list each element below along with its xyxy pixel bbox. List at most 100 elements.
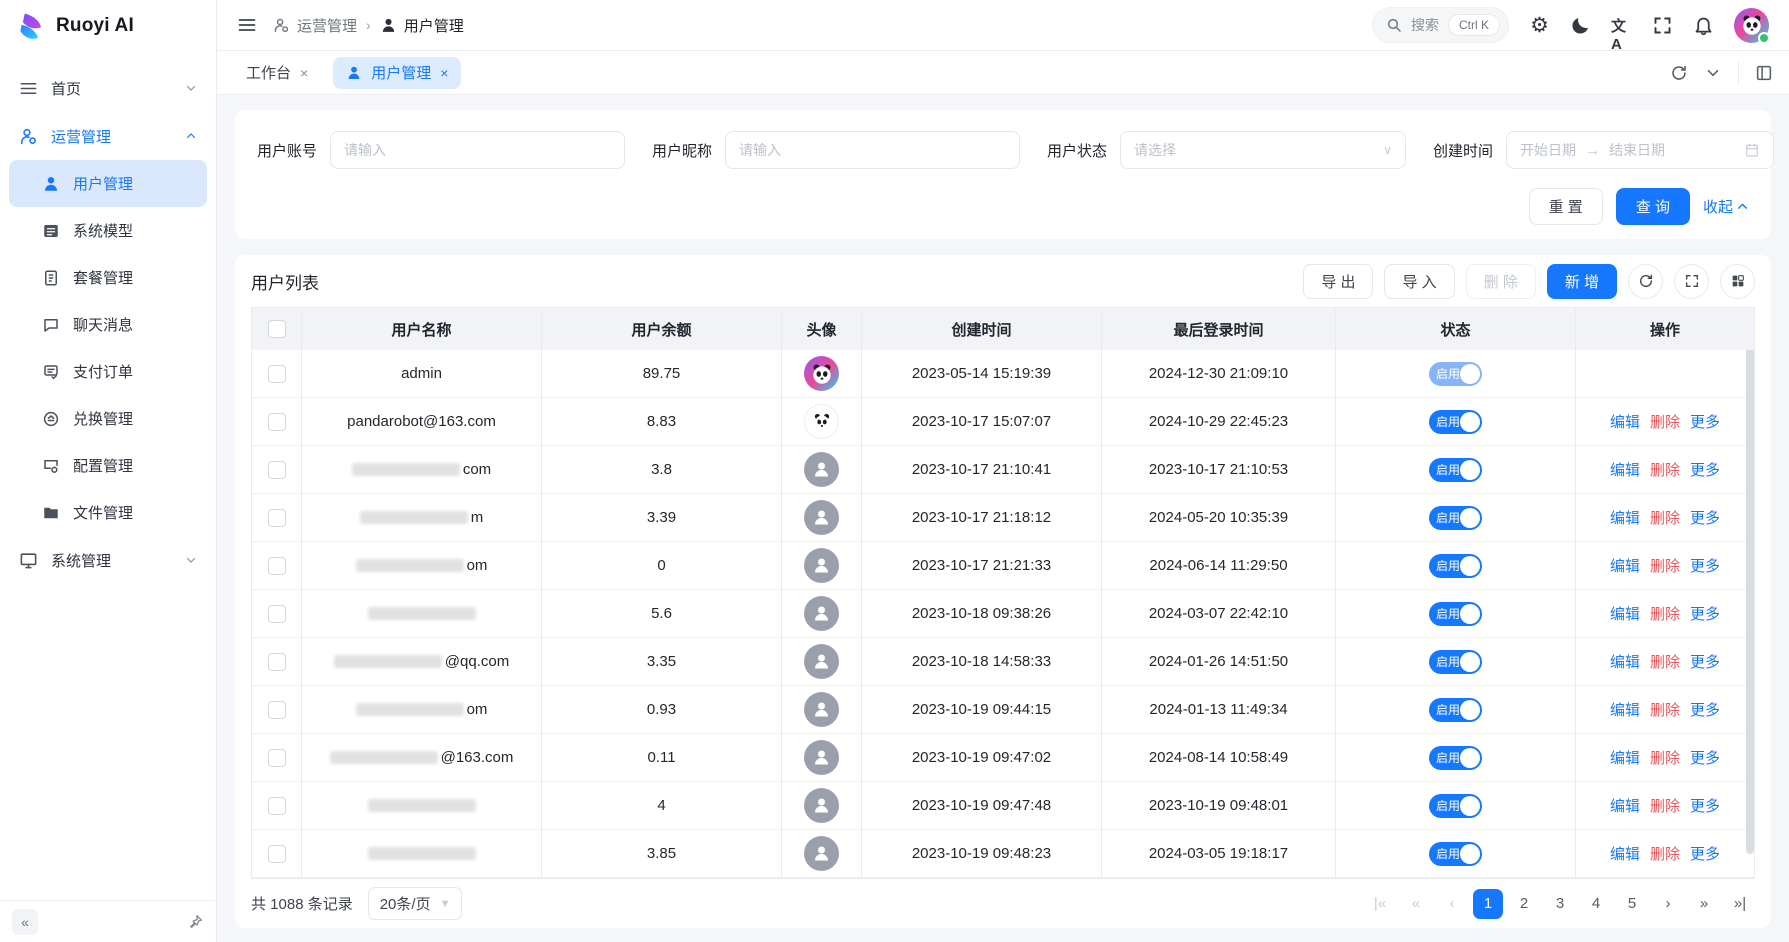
sidebar-subitem-4[interactable]: 支付订单 xyxy=(9,348,207,395)
row-checkbox[interactable] xyxy=(268,845,286,863)
row-checkbox[interactable] xyxy=(268,701,286,719)
status-toggle[interactable]: 启用 xyxy=(1429,698,1482,722)
row-checkbox[interactable] xyxy=(268,605,286,623)
status-toggle[interactable]: 启用 xyxy=(1429,602,1482,626)
vertical-scrollbar[interactable] xyxy=(1746,350,1754,854)
first-page-icon[interactable]: |« xyxy=(1365,889,1395,919)
edit-link[interactable]: 编辑 xyxy=(1610,555,1640,576)
select-all-checkbox[interactable] xyxy=(268,320,286,338)
delete-link[interactable]: 删除 xyxy=(1650,507,1680,528)
status-toggle[interactable]: 启用 xyxy=(1429,842,1482,866)
row-checkbox[interactable] xyxy=(268,653,286,671)
edit-link[interactable]: 编辑 xyxy=(1610,651,1640,672)
row-checkbox[interactable] xyxy=(268,413,286,431)
delete-link[interactable]: 删除 xyxy=(1650,795,1680,816)
delete-link[interactable]: 删除 xyxy=(1650,603,1680,624)
more-link[interactable]: 更多 xyxy=(1690,699,1720,720)
column-settings-grid-icon[interactable] xyxy=(1720,264,1755,299)
close-icon[interactable]: × xyxy=(440,65,448,81)
row-checkbox[interactable] xyxy=(268,797,286,815)
delete-link[interactable]: 删除 xyxy=(1650,411,1680,432)
edit-link[interactable]: 编辑 xyxy=(1610,603,1640,624)
page-number-1[interactable]: 1 xyxy=(1473,889,1503,919)
edit-link[interactable]: 编辑 xyxy=(1610,699,1640,720)
delete-link[interactable]: 删除 xyxy=(1650,651,1680,672)
import-button[interactable]: 导 入 xyxy=(1384,264,1454,299)
sidebar-item-system[interactable]: 系统管理 xyxy=(9,536,207,584)
sidebar-subitem-5[interactable]: 兑换管理 xyxy=(9,395,207,442)
layout-expand-icon[interactable] xyxy=(1755,64,1773,82)
jump-back-icon[interactable]: « xyxy=(1401,889,1431,919)
edit-link[interactable]: 编辑 xyxy=(1610,795,1640,816)
delete-button[interactable]: 删 除 xyxy=(1466,264,1536,299)
global-search[interactable]: 搜索 Ctrl K xyxy=(1372,7,1509,43)
more-link[interactable]: 更多 xyxy=(1690,507,1720,528)
dark-mode-moon-icon[interactable] xyxy=(1570,15,1591,36)
delete-link[interactable]: 删除 xyxy=(1650,555,1680,576)
notifications-bell-icon[interactable] xyxy=(1693,15,1714,36)
status-toggle[interactable]: 启用 xyxy=(1429,746,1482,770)
sidebar-subitem-3[interactable]: 聊天消息 xyxy=(9,301,207,348)
edit-link[interactable]: 编辑 xyxy=(1610,459,1640,480)
language-translate-icon[interactable]: 文A xyxy=(1611,15,1632,36)
chevron-down-icon[interactable] xyxy=(1704,64,1722,82)
sidebar-item-operation[interactable]: 运营管理 xyxy=(9,112,207,160)
sidebar-collapse-button[interactable]: « xyxy=(12,909,38,935)
edit-link[interactable]: 编辑 xyxy=(1610,411,1640,432)
row-checkbox[interactable] xyxy=(268,365,286,383)
page-number-2[interactable]: 2 xyxy=(1509,889,1539,919)
more-link[interactable]: 更多 xyxy=(1690,843,1720,864)
status-toggle[interactable]: 启用 xyxy=(1429,506,1482,530)
tab-user-management[interactable]: 用户管理 × xyxy=(333,57,461,89)
pin-icon[interactable] xyxy=(186,913,204,931)
more-link[interactable]: 更多 xyxy=(1690,747,1720,768)
refresh-icon[interactable] xyxy=(1628,264,1663,299)
row-checkbox[interactable] xyxy=(268,461,286,479)
row-checkbox[interactable] xyxy=(268,749,286,767)
hamburger-menu-icon[interactable] xyxy=(237,15,257,35)
page-number-5[interactable]: 5 xyxy=(1617,889,1647,919)
delete-link[interactable]: 删除 xyxy=(1650,699,1680,720)
last-page-icon[interactable]: »| xyxy=(1725,889,1755,919)
page-number-3[interactable]: 3 xyxy=(1545,889,1575,919)
sidebar-subitem-2[interactable]: 套餐管理 xyxy=(9,254,207,301)
settings-gear-icon[interactable]: ⚙ xyxy=(1529,15,1550,36)
refresh-icon[interactable] xyxy=(1670,64,1688,82)
sidebar-subitem-6[interactable]: 配置管理 xyxy=(9,442,207,489)
next-page-icon[interactable]: › xyxy=(1653,889,1683,919)
status-toggle[interactable]: 启用 xyxy=(1429,794,1482,818)
edit-link[interactable]: 编辑 xyxy=(1610,507,1640,528)
edit-link[interactable]: 编辑 xyxy=(1610,843,1640,864)
page-number-4[interactable]: 4 xyxy=(1581,889,1611,919)
breadcrumb-item-users[interactable]: 用户管理 xyxy=(380,15,464,36)
status-toggle[interactable]: 启用 xyxy=(1429,554,1482,578)
more-link[interactable]: 更多 xyxy=(1690,459,1720,480)
more-link[interactable]: 更多 xyxy=(1690,555,1720,576)
sidebar-subitem-1[interactable]: 系统模型 xyxy=(9,207,207,254)
row-checkbox[interactable] xyxy=(268,557,286,575)
collapse-filter-link[interactable]: 收起 xyxy=(1703,196,1749,217)
query-button[interactable]: 查 询 xyxy=(1616,188,1690,225)
tab-workbench[interactable]: 工作台 × xyxy=(233,57,321,89)
page-size-select[interactable]: 20条/页 ▼ xyxy=(368,887,463,920)
app-logo[interactable]: Ruoyi AI xyxy=(0,0,216,52)
status-toggle[interactable]: 启用 xyxy=(1429,650,1482,674)
more-link[interactable]: 更多 xyxy=(1690,603,1720,624)
row-checkbox[interactable] xyxy=(268,509,286,527)
more-link[interactable]: 更多 xyxy=(1690,411,1720,432)
reset-button[interactable]: 重 置 xyxy=(1529,188,1603,225)
export-button[interactable]: 导 出 xyxy=(1303,264,1373,299)
close-icon[interactable]: × xyxy=(300,65,308,81)
status-select[interactable]: 请选择 ∨ xyxy=(1120,131,1406,169)
breadcrumb-item-operation[interactable]: 运营管理 xyxy=(273,15,357,36)
more-link[interactable]: 更多 xyxy=(1690,795,1720,816)
sidebar-item-home[interactable]: 首页 xyxy=(9,64,207,112)
delete-link[interactable]: 删除 xyxy=(1650,459,1680,480)
delete-link[interactable]: 删除 xyxy=(1650,843,1680,864)
fullscreen-icon[interactable] xyxy=(1674,264,1709,299)
jump-forward-icon[interactable]: » xyxy=(1689,889,1719,919)
delete-link[interactable]: 删除 xyxy=(1650,747,1680,768)
status-toggle[interactable]: 启用 xyxy=(1429,410,1482,434)
status-toggle[interactable]: 启用 xyxy=(1429,458,1482,482)
edit-link[interactable]: 编辑 xyxy=(1610,747,1640,768)
